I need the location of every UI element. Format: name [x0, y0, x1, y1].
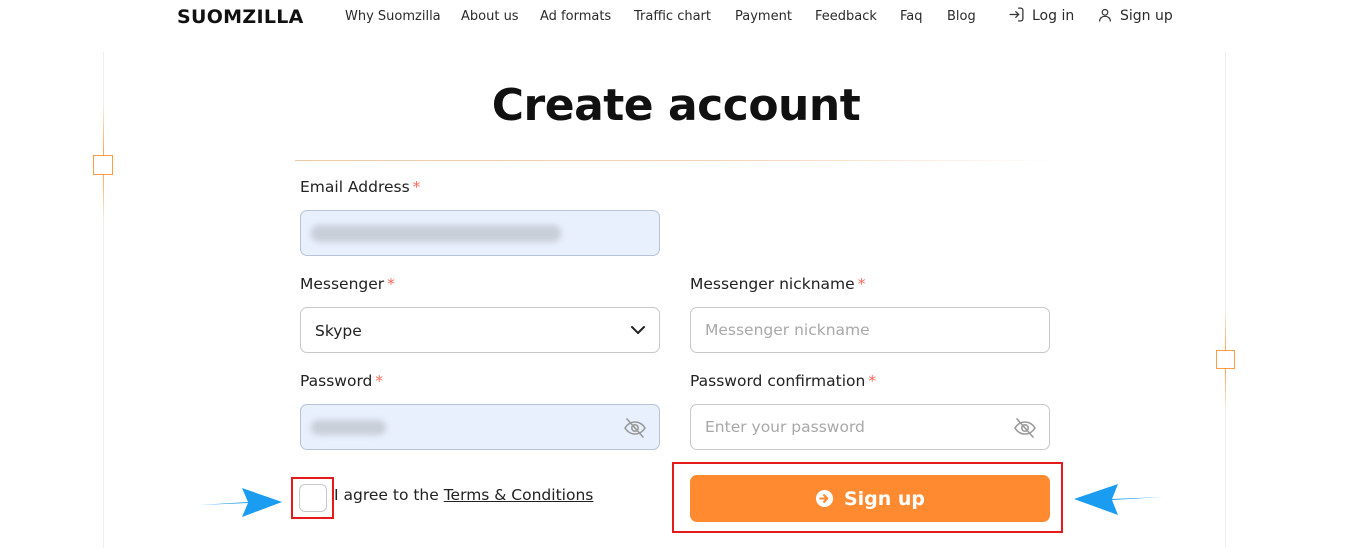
checkbox-highlight-box — [291, 477, 334, 519]
login-link[interactable]: Log in — [1008, 7, 1075, 24]
frame-right-square — [1216, 350, 1235, 369]
password-confirmation-label: Password confirmation * — [690, 372, 876, 390]
nav-ad-formats[interactable]: Ad formats — [540, 9, 611, 24]
user-icon — [1099, 8, 1111, 22]
nav-why-suomzilla[interactable]: Why Suomzilla — [345, 9, 441, 24]
nav-payment[interactable]: Payment — [735, 9, 792, 24]
password-confirmation-input[interactable] — [691, 405, 1049, 449]
email-input[interactable] — [301, 211, 659, 255]
password-confirmation-field[interactable] — [690, 404, 1050, 450]
top-navigation: SUOMZILLA Why Suomzilla About us Ad form… — [0, 0, 1352, 34]
nickname-label: Messenger nickname * — [690, 275, 865, 293]
required-mark: * — [412, 178, 421, 196]
annotation-arrow-right-icon — [200, 488, 282, 517]
page-title: Create account — [491, 80, 861, 131]
nav-feedback[interactable]: Feedback — [815, 9, 877, 24]
eye-off-icon[interactable] — [623, 417, 647, 439]
messenger-select[interactable]: Skype — [300, 307, 660, 353]
email-label: Email Address * — [300, 178, 420, 196]
nav-about-us[interactable]: About us — [461, 9, 519, 24]
password-input[interactable] — [301, 405, 659, 449]
required-mark: * — [387, 275, 395, 293]
chevron-down-icon — [631, 326, 645, 334]
nickname-input[interactable] — [691, 308, 1049, 352]
title-divider — [295, 160, 1055, 161]
signup-label: Sign up — [1120, 8, 1173, 24]
signup-link[interactable]: Sign up — [1097, 8, 1173, 24]
email-label-text: Email Address — [300, 178, 410, 196]
terms-agreement: I agree to the Terms & Conditions — [334, 486, 593, 504]
terms-link[interactable]: Terms & Conditions — [444, 486, 594, 504]
password-field[interactable] — [300, 404, 660, 450]
messenger-label: Messenger * — [300, 275, 395, 293]
required-mark: * — [868, 372, 877, 390]
required-mark: * — [857, 275, 866, 293]
messenger-selected-value: Skype — [315, 322, 362, 340]
password-confirmation-label-text: Password confirmation — [690, 372, 866, 390]
annotation-arrow-left-icon — [1074, 484, 1162, 515]
eye-off-icon[interactable] — [1013, 417, 1037, 439]
nickname-field[interactable] — [690, 307, 1050, 353]
logo[interactable]: SUOMZILLA — [177, 6, 304, 28]
signup-highlight-box — [672, 462, 1063, 533]
login-label: Log in — [1032, 8, 1075, 24]
nav-traffic-chart[interactable]: Traffic chart — [634, 9, 711, 24]
email-field[interactable] — [300, 210, 660, 256]
login-icon — [1009, 7, 1024, 22]
nav-blog[interactable]: Blog — [947, 9, 976, 24]
password-label: Password * — [300, 372, 383, 390]
frame-left-square — [93, 155, 113, 175]
password-label-text: Password — [300, 372, 373, 390]
agree-text: I agree to the — [334, 486, 444, 504]
required-mark: * — [375, 372, 384, 390]
messenger-label-text: Messenger — [300, 275, 385, 293]
nav-faq[interactable]: Faq — [900, 9, 923, 24]
nickname-label-text: Messenger nickname — [690, 275, 855, 293]
